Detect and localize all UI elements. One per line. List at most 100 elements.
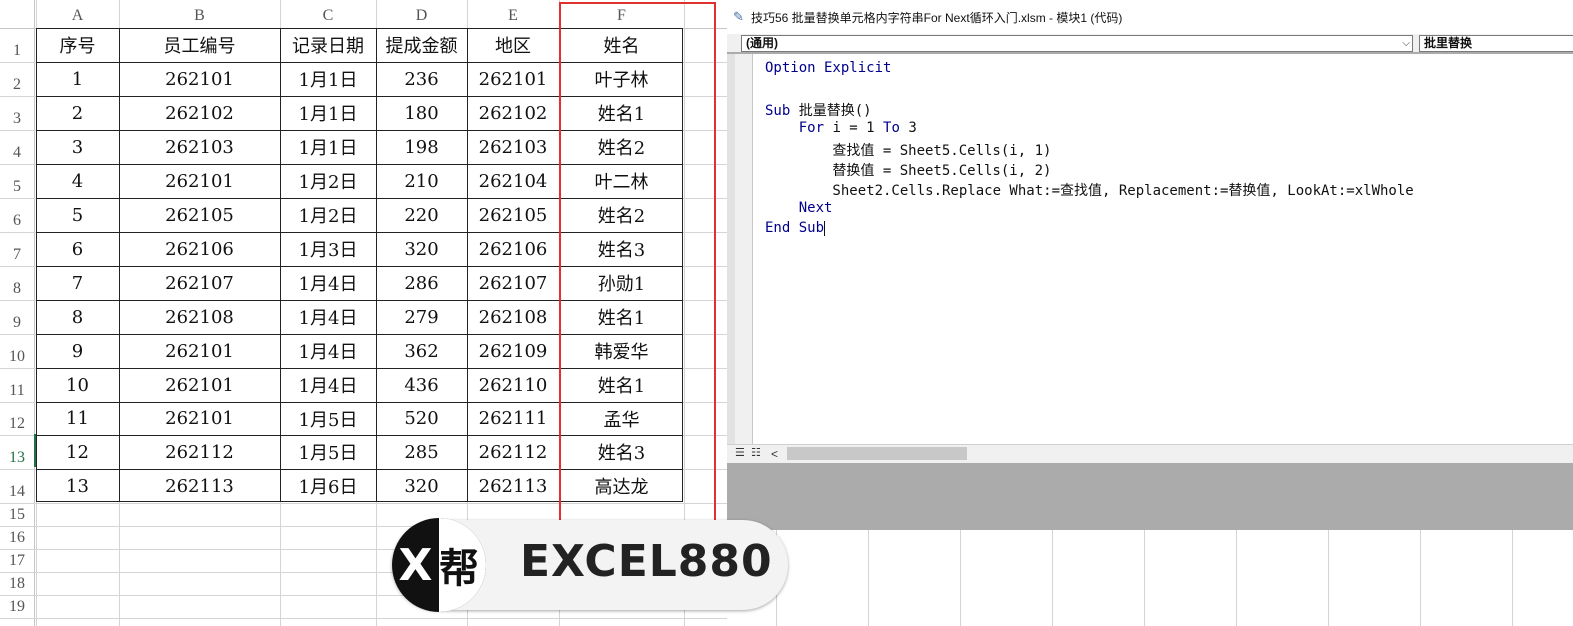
- table-cell[interactable]: 262101: [119, 62, 280, 96]
- table-cell[interactable]: 10: [36, 368, 119, 402]
- row-header-1[interactable]: 1: [0, 28, 34, 62]
- row-header-10[interactable]: 10: [0, 334, 34, 368]
- row-header-5[interactable]: 5: [0, 164, 34, 198]
- table-cell[interactable]: 262108: [467, 300, 559, 334]
- table-cell[interactable]: 262101: [119, 164, 280, 198]
- table-cell[interactable]: 7: [36, 266, 119, 300]
- table-cell[interactable]: 262106: [467, 232, 559, 266]
- column-header-a[interactable]: A: [36, 4, 119, 28]
- table-cell[interactable]: 13: [36, 469, 119, 503]
- table-cell[interactable]: 1月4日: [280, 368, 376, 402]
- table-cell[interactable]: 11: [36, 402, 119, 435]
- table-cell[interactable]: 262102: [467, 96, 559, 130]
- procedure-combo[interactable]: 批里替换: [1419, 35, 1573, 52]
- table-cell[interactable]: 236: [376, 62, 467, 96]
- table-cell[interactable]: 1月3日: [280, 232, 376, 266]
- code-line[interactable]: Option Explicit: [765, 60, 891, 76]
- code-line[interactable]: Sub 批量替换(): [765, 100, 872, 120]
- table-cell[interactable]: 362: [376, 334, 467, 368]
- row-header-9[interactable]: 9: [0, 300, 34, 334]
- column-header-c[interactable]: C: [280, 4, 376, 28]
- header-cell[interactable]: 记录日期: [280, 28, 376, 62]
- table-cell[interactable]: 262112: [119, 435, 280, 469]
- table-cell[interactable]: 12: [36, 435, 119, 469]
- table-cell[interactable]: 1月1日: [280, 130, 376, 164]
- row-header-18[interactable]: 18: [0, 572, 34, 595]
- table-cell[interactable]: 262101: [467, 62, 559, 96]
- column-header-e[interactable]: E: [467, 4, 559, 28]
- table-cell[interactable]: 262103: [119, 130, 280, 164]
- table-cell[interactable]: 1月4日: [280, 334, 376, 368]
- column-header-b[interactable]: B: [119, 4, 280, 28]
- row-header-17[interactable]: 17: [0, 549, 34, 572]
- code-line[interactable]: End Sub: [765, 220, 826, 236]
- table-cell[interactable]: 1月2日: [280, 164, 376, 198]
- code-line[interactable]: 查找值 = Sheet5.Cells(i, 1): [765, 140, 1051, 160]
- table-cell[interactable]: 262103: [467, 130, 559, 164]
- row-header-3[interactable]: 3: [0, 96, 34, 130]
- table-cell[interactable]: 262106: [119, 232, 280, 266]
- table-cell[interactable]: 262108: [119, 300, 280, 334]
- table-cell[interactable]: 262112: [467, 435, 559, 469]
- table-cell[interactable]: 3: [36, 130, 119, 164]
- table-cell[interactable]: 8: [36, 300, 119, 334]
- chevron-down-icon[interactable]: ⌵: [1402, 36, 1410, 51]
- table-cell[interactable]: 198: [376, 130, 467, 164]
- table-cell[interactable]: 262102: [119, 96, 280, 130]
- scrollbar-thumb[interactable]: [787, 447, 967, 460]
- table-cell[interactable]: 262104: [467, 164, 559, 198]
- horizontal-scrollbar[interactable]: ☰ ☷ <: [727, 444, 1573, 463]
- code-line[interactable]: Next: [765, 200, 833, 216]
- table-cell[interactable]: 520: [376, 402, 467, 435]
- table-cell[interactable]: 9: [36, 334, 119, 368]
- table-cell[interactable]: 262107: [467, 266, 559, 300]
- table-cell[interactable]: 1: [36, 62, 119, 96]
- table-cell[interactable]: 262109: [467, 334, 559, 368]
- code-line[interactable]: Sheet2.Cells.Replace What:=查找值, Replacem…: [765, 180, 1413, 200]
- object-combo[interactable]: (通用) ⌵: [741, 35, 1413, 52]
- table-cell[interactable]: 320: [376, 469, 467, 503]
- table-cell[interactable]: 320: [376, 232, 467, 266]
- code-line[interactable]: For i = 1 To 3: [765, 120, 917, 136]
- row-header-7[interactable]: 7: [0, 232, 34, 266]
- row-header-6[interactable]: 6: [0, 198, 34, 232]
- vba-title-bar[interactable]: ✎ 技巧56 批量替换单元格内字符串For Next循环入门.xlsm - 模块…: [727, 0, 1573, 34]
- row-header-16[interactable]: 16: [0, 526, 34, 549]
- table-cell[interactable]: 286: [376, 266, 467, 300]
- table-cell[interactable]: 180: [376, 96, 467, 130]
- row-header-14[interactable]: 14: [0, 469, 34, 503]
- table-cell[interactable]: 436: [376, 368, 467, 402]
- row-header-11[interactable]: 11: [0, 368, 34, 402]
- table-cell[interactable]: 1月4日: [280, 266, 376, 300]
- header-cell[interactable]: 提成金额: [376, 28, 467, 62]
- table-cell[interactable]: 1月5日: [280, 435, 376, 469]
- table-cell[interactable]: 5: [36, 198, 119, 232]
- table-cell[interactable]: 1月4日: [280, 300, 376, 334]
- table-cell[interactable]: 262101: [119, 402, 280, 435]
- full-module-view-icon[interactable]: ☷: [751, 447, 763, 459]
- row-header-13[interactable]: 13: [0, 435, 34, 469]
- row-header-15[interactable]: 15: [0, 503, 34, 526]
- table-cell[interactable]: 220: [376, 198, 467, 232]
- table-cell[interactable]: 1月1日: [280, 62, 376, 96]
- table-cell[interactable]: 1月1日: [280, 96, 376, 130]
- table-cell[interactable]: 4: [36, 164, 119, 198]
- scroll-left-icon[interactable]: <: [771, 445, 778, 463]
- table-cell[interactable]: 262105: [119, 198, 280, 232]
- table-cell[interactable]: 2: [36, 96, 119, 130]
- row-header-19[interactable]: 19: [0, 595, 34, 618]
- code-line[interactable]: 替换值 = Sheet5.Cells(i, 2): [765, 160, 1051, 180]
- table-cell[interactable]: 279: [376, 300, 467, 334]
- table-cell[interactable]: 6: [36, 232, 119, 266]
- table-cell[interactable]: 262111: [467, 402, 559, 435]
- table-cell[interactable]: 262113: [119, 469, 280, 503]
- table-cell[interactable]: 262105: [467, 198, 559, 232]
- table-cell[interactable]: 262110: [467, 368, 559, 402]
- table-cell[interactable]: 285: [376, 435, 467, 469]
- table-cell[interactable]: 1月6日: [280, 469, 376, 503]
- header-cell[interactable]: 员工编号: [119, 28, 280, 62]
- row-header-4[interactable]: 4: [0, 130, 34, 164]
- table-cell[interactable]: 210: [376, 164, 467, 198]
- table-cell[interactable]: 262101: [119, 334, 280, 368]
- header-cell[interactable]: 序号: [36, 28, 119, 62]
